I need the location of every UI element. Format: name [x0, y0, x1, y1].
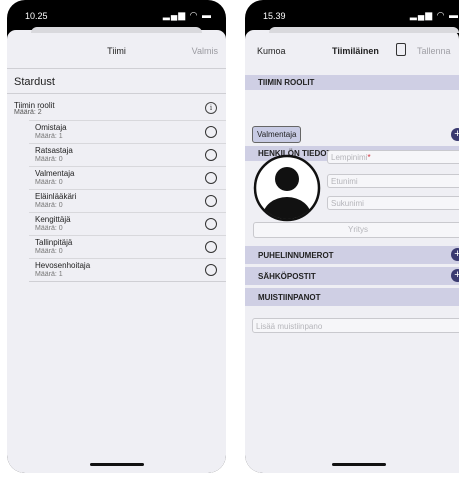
nickname-placeholder: Lempinimi	[331, 153, 368, 162]
home-indicator[interactable]	[332, 463, 386, 466]
section-header-notes: MUISTIINPANOT	[245, 288, 459, 306]
done-button[interactable]: Valmis	[192, 46, 218, 56]
nickname-field[interactable]: Lempinimi*	[327, 150, 459, 164]
nav-bar: Kumoa Tiimiläinen Tallenna	[245, 34, 459, 68]
section-header-phones: PUHELINNUMEROT	[245, 246, 459, 264]
role-item-valmentaja[interactable]: Valmentaja Määrä: 0	[29, 166, 226, 190]
section-header-roles: TIIMIN ROOLIT	[245, 75, 459, 90]
info-icon[interactable]: i	[205, 102, 217, 114]
save-button[interactable]: Tallenna	[417, 46, 451, 56]
roles-count: Määrä: 2	[14, 109, 42, 116]
nav-title: Tiimiläinen	[332, 46, 379, 56]
role-item-kengittaja[interactable]: Kengittäjä Määrä: 0	[29, 212, 226, 236]
radio-circle-icon[interactable]	[205, 149, 217, 161]
role-item-tallinpitaja[interactable]: Tallinpitäjä Määrä: 0	[29, 235, 226, 259]
lastname-field[interactable]: Sukunimi	[327, 196, 459, 210]
section-header-emails: SÄHKÖPOSTIT	[245, 267, 459, 285]
role-name: Eläinlääkäri	[35, 192, 77, 201]
phone-member-screen: 15.39 ▂▄▆ ◠ ▬ Kumoa Tiimiläinen Tallenna…	[245, 0, 459, 473]
status-time: 15.39	[263, 11, 286, 21]
role-item-hevosenhoitaja[interactable]: Hevosenhoitaja Määrä: 1	[29, 258, 226, 282]
firstname-field[interactable]: Etunimi	[327, 174, 459, 188]
role-item-ratsastaja[interactable]: Ratsastaja Määrä: 0	[29, 143, 226, 167]
company-field[interactable]: Yritys	[253, 222, 459, 238]
avatar-placeholder-icon[interactable]	[253, 154, 321, 222]
role-count: Määrä: 0	[35, 179, 63, 186]
member-sheet: Kumoa Tiimiläinen Tallenna TIIMIN ROOLIT…	[245, 27, 459, 473]
radio-circle-icon[interactable]	[205, 264, 217, 276]
phone-team-screen: 10.25 ▂▄▆ ◠ ▬ Tiimi Valmis Stardust Tiim…	[7, 0, 226, 473]
section-title: TIIMIN ROOLIT	[258, 78, 315, 87]
nav-bar: Tiimi Valmis	[7, 34, 226, 68]
status-bar: 10.25 ▂▄▆ ◠ ▬	[7, 0, 226, 30]
section-title: SÄHKÖPOSTIT	[258, 272, 316, 281]
add-email-plus-icon[interactable]: +	[451, 269, 459, 282]
sheet-grip	[269, 27, 459, 33]
role-count: Määrä: 1	[35, 271, 63, 278]
signal-wifi-battery-icon: ▂▄▆ ◠ ▬	[409, 10, 459, 20]
section-title: PUHELINNUMEROT	[258, 251, 334, 260]
team-sheet: Tiimi Valmis Stardust Tiimin roolit Määr…	[7, 27, 226, 473]
required-mark: *	[367, 153, 371, 162]
role-count: Määrä: 0	[35, 248, 63, 255]
role-name: Omistaja	[35, 123, 67, 132]
notes-input[interactable]: Lisää muistiinpano	[252, 318, 459, 333]
add-phone-plus-icon[interactable]: +	[451, 248, 459, 261]
cancel-button[interactable]: Kumoa	[257, 46, 286, 56]
divider	[29, 281, 226, 282]
contact-card-icon[interactable]	[396, 43, 406, 56]
add-role-plus-icon[interactable]: +	[451, 128, 459, 141]
role-count: Määrä: 0	[35, 202, 63, 209]
role-count: Määrä: 0	[35, 225, 63, 232]
role-name: Tallinpitäjä	[35, 238, 73, 247]
team-name: Stardust	[14, 76, 55, 88]
role-count: Määrä: 1	[35, 133, 63, 140]
section-title: MUISTIINPANOT	[258, 293, 321, 302]
nav-divider	[7, 68, 226, 69]
divider	[7, 93, 226, 94]
home-indicator[interactable]	[89, 463, 144, 466]
role-name: Hevosenhoitaja	[35, 261, 91, 270]
role-item-omistaja[interactable]: Omistaja Määrä: 1	[29, 120, 226, 144]
radio-circle-icon[interactable]	[205, 241, 217, 253]
radio-circle-icon[interactable]	[205, 218, 217, 230]
status-time: 10.25	[25, 11, 48, 21]
signal-wifi-battery-icon: ▂▄▆ ◠ ▬	[162, 10, 212, 20]
role-chip-valmentaja[interactable]: Valmentaja	[252, 126, 302, 143]
role-name: Valmentaja	[35, 169, 75, 178]
radio-circle-icon[interactable]	[205, 126, 217, 138]
role-name: Kengittäjä	[35, 215, 71, 224]
sheet-grip	[31, 27, 202, 33]
radio-circle-icon[interactable]	[205, 172, 217, 184]
role-count: Määrä: 0	[35, 156, 63, 163]
role-name: Ratsastaja	[35, 146, 73, 155]
radio-circle-icon[interactable]	[205, 195, 217, 207]
status-bar: 15.39 ▂▄▆ ◠ ▬	[245, 0, 459, 30]
role-item-elainlaakari[interactable]: Eläinlääkäri Määrä: 0	[29, 189, 226, 213]
